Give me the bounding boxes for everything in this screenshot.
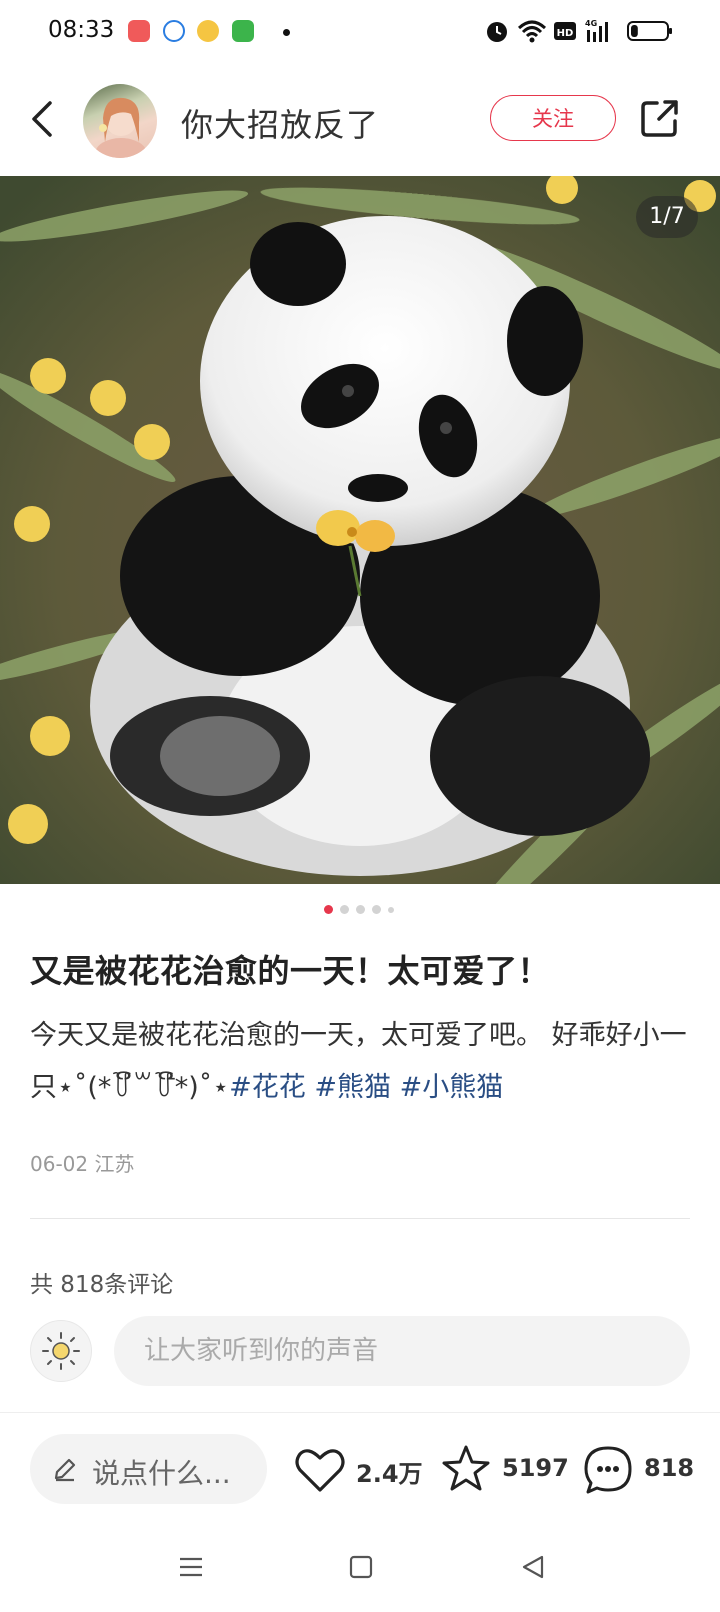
shop-notification-icon — [232, 20, 254, 42]
hashtag-link[interactable]: #花花 — [229, 1072, 306, 1103]
wifi-icon — [517, 20, 547, 43]
collect-button[interactable]: 5197 — [440, 1440, 569, 1500]
say-something-label: 说点什么... — [92, 1457, 231, 1490]
star-icon — [442, 1445, 490, 1491]
signal-icon: 4G — [585, 19, 608, 42]
comment-input[interactable]: 让大家听到你的声音 — [114, 1316, 690, 1386]
post-title: 又是被花花治愈的一天！太可爱了！ — [30, 952, 551, 990]
pagination-dot[interactable] — [356, 905, 365, 914]
post-header: 你大招放反了 关注 — [0, 64, 720, 176]
comment-count-badge: 818 — [644, 1454, 695, 1482]
alarm-icon — [487, 22, 507, 42]
status-bar: 08:33 HD 4G — [0, 0, 720, 64]
pagination-dot[interactable] — [324, 905, 333, 914]
comment-button[interactable]: 818 — [582, 1440, 695, 1500]
divider — [30, 1218, 690, 1219]
back-button[interactable] — [24, 97, 64, 141]
post-photo[interactable]: 1/7 — [0, 176, 720, 884]
heart-icon — [295, 1449, 345, 1492]
author-username[interactable]: 你大招放反了 — [181, 100, 379, 146]
pagination-dot[interactable] — [340, 905, 349, 914]
weibo-notification-icon — [197, 20, 219, 42]
follow-button[interactable]: 关注 — [490, 95, 616, 141]
browser-notification-icon — [163, 20, 185, 42]
sun-icon — [42, 1332, 80, 1370]
post-meta: 06-02 江苏 — [30, 1152, 135, 1176]
share-button[interactable] — [639, 97, 681, 139]
back-nav-icon[interactable] — [518, 1552, 548, 1582]
status-time: 08:33 — [48, 17, 115, 43]
like-count: 2.4万 — [356, 1460, 423, 1488]
menu-nav-icon[interactable] — [176, 1552, 206, 1582]
hd-icon: HD — [554, 22, 576, 40]
like-button[interactable]: 2.4万 — [294, 1440, 424, 1500]
collect-count: 5197 — [502, 1454, 569, 1482]
more-notifications-icon — [283, 29, 290, 36]
divider — [0, 1412, 720, 1413]
hashtag-link[interactable]: #熊猫 — [314, 1072, 391, 1103]
pagination-dot[interactable] — [372, 905, 381, 914]
app-notification-icon — [128, 20, 150, 42]
author-avatar[interactable] — [83, 84, 157, 158]
pencil-icon — [54, 1458, 76, 1482]
pagination-dot[interactable] — [388, 907, 394, 913]
comment-bubble-icon — [584, 1446, 632, 1494]
svg-text:4G: 4G — [585, 19, 597, 28]
photo-counter: 1/7 — [636, 196, 698, 238]
my-avatar — [30, 1320, 92, 1382]
hashtag-link[interactable]: #小熊猫 — [400, 1072, 504, 1103]
say-something-button[interactable]: 说点什么... — [30, 1434, 267, 1504]
post-body: 今天又是被花花治愈的一天，太可爱了吧。 好乖好小一只⋆˚(*꒦ິ꒳꒦ີ*)˚⋆#… — [30, 1010, 696, 1114]
comment-count: 共 818条评论 — [30, 1272, 174, 1298]
svg-text:HD: HD — [557, 28, 574, 39]
home-nav-icon[interactable] — [346, 1552, 376, 1582]
battery-icon — [627, 21, 672, 41]
panda-photo — [0, 176, 720, 884]
